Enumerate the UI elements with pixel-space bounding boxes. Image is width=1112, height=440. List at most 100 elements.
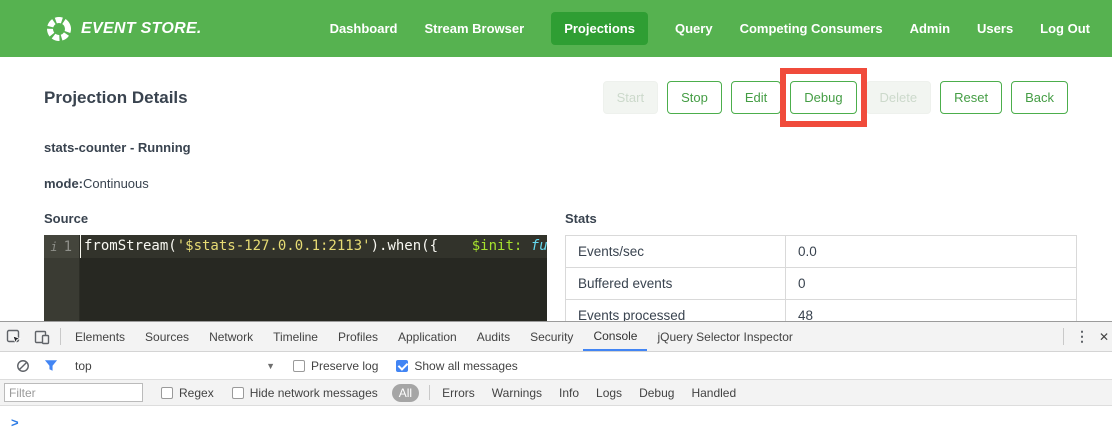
page-title: Projection Details <box>44 88 188 108</box>
delete-button[interactable]: Delete <box>866 81 932 114</box>
debug-button[interactable]: Debug <box>790 81 856 114</box>
source-code-editor[interactable]: i 1 fromStream('$stats-127.0.0.1:2113').… <box>44 235 547 321</box>
checkbox-checked[interactable] <box>396 360 408 372</box>
checkbox-unchecked[interactable] <box>232 387 244 399</box>
filter-icon[interactable] <box>37 359 65 372</box>
tab-security[interactable]: Security <box>520 322 583 351</box>
table-row: Buffered events 0 <box>566 268 1077 300</box>
nav-dashboard[interactable]: Dashboard <box>330 21 398 36</box>
devtools-panel: Elements Sources Network Timeline Profil… <box>0 321 1112 440</box>
code-line-1: fromStream('$stats-127.0.0.1:2113').when… <box>80 235 547 258</box>
nav-competing-consumers[interactable]: Competing Consumers <box>740 21 883 36</box>
code-gap <box>438 238 472 254</box>
tabbar-separator <box>60 328 61 345</box>
prompt-chevron-icon: > <box>11 415 19 430</box>
line-number: 1 <box>64 239 72 255</box>
event-store-app: EVENT STORE. Dashboard Stream Browser Pr… <box>0 0 1112 440</box>
code-space <box>522 238 530 254</box>
code-keyword: fu <box>531 238 547 254</box>
tabbar-right-separator <box>1063 328 1064 345</box>
mode-value: Continuous <box>83 176 149 191</box>
hide-network-messages-checkbox[interactable]: Hide network messages <box>232 386 378 400</box>
nav-projections[interactable]: Projections <box>551 12 648 45</box>
edit-button[interactable]: Edit <box>731 81 781 114</box>
filter-level-info[interactable]: Info <box>559 386 579 400</box>
stats-section: Stats Events/sec 0.0 Buffered events 0 E… <box>565 211 1077 321</box>
nav-log-out[interactable]: Log Out <box>1040 21 1090 36</box>
hide-network-messages-label: Hide network messages <box>250 386 378 400</box>
projection-details-page: Projection Details Start Stop Edit Debug… <box>0 57 1112 321</box>
preserve-log-checkbox[interactable]: Preserve log <box>293 359 378 373</box>
tab-profiles[interactable]: Profiles <box>328 322 388 351</box>
start-button[interactable]: Start <box>603 81 658 114</box>
code-string: '$stats-127.0.0.1:2113' <box>177 238 371 254</box>
tab-console[interactable]: Console <box>583 322 647 351</box>
checkbox-unchecked[interactable] <box>293 360 305 372</box>
code-plain: ).when({ <box>371 238 438 254</box>
inspect-element-icon[interactable] <box>0 322 28 351</box>
tab-audits[interactable]: Audits <box>467 322 520 351</box>
mode-label: mode: <box>44 176 83 191</box>
tab-timeline[interactable]: Timeline <box>263 322 328 351</box>
stats-label: Stats <box>565 211 1077 226</box>
devtools-close-icon[interactable]: ✕ <box>1096 322 1112 351</box>
devtools-menu-icon[interactable]: ⋮ <box>1068 322 1096 351</box>
filter-levels: Errors Warnings Info Logs Debug Handled <box>442 386 736 400</box>
nav-query[interactable]: Query <box>675 21 713 36</box>
reset-button[interactable]: Reset <box>940 81 1002 114</box>
clear-console-icon[interactable] <box>9 359 37 373</box>
nav-users[interactable]: Users <box>977 21 1013 36</box>
stat-value: 0 <box>786 268 1077 300</box>
editor-code-area[interactable]: fromStream('$stats-127.0.0.1:2113').when… <box>80 235 547 321</box>
tab-application[interactable]: Application <box>388 322 467 351</box>
console-toolbar: top ▼ Preserve log Show all messages <box>0 352 1112 379</box>
device-toolbar-icon[interactable] <box>28 322 56 351</box>
table-row: Events/sec 0.0 <box>566 236 1077 268</box>
filter-level-all-badge[interactable]: All <box>392 384 419 402</box>
filter-separator <box>429 385 430 400</box>
tab-elements[interactable]: Elements <box>65 322 135 351</box>
devtools-tabbar: Elements Sources Network Timeline Profil… <box>0 322 1112 352</box>
stop-button[interactable]: Stop <box>667 81 722 114</box>
tab-jquery-selector-inspector[interactable]: jQuery Selector Inspector <box>647 322 802 351</box>
source-section: Source i 1 fromStream('$stats-127.0.0.1:… <box>44 211 547 321</box>
gutter-info-marker: i <box>50 240 57 254</box>
filter-level-handled[interactable]: Handled <box>691 386 736 400</box>
filter-level-errors[interactable]: Errors <box>442 386 475 400</box>
stat-name: Events processed <box>566 300 786 322</box>
chevron-down-icon: ▼ <box>266 361 275 371</box>
projection-action-buttons: Start Stop Edit Debug Delete Reset Back <box>603 81 1068 114</box>
editor-gutter: i 1 <box>44 235 80 321</box>
filter-input[interactable] <box>4 383 143 402</box>
event-store-logo[interactable]: EVENT STORE. <box>46 16 202 42</box>
back-button[interactable]: Back <box>1011 81 1068 114</box>
console-filter-bar: Regex Hide network messages All Errors W… <box>0 379 1112 406</box>
checkbox-unchecked[interactable] <box>161 387 173 399</box>
filter-level-logs[interactable]: Logs <box>596 386 622 400</box>
filter-level-warnings[interactable]: Warnings <box>492 386 542 400</box>
preserve-log-label: Preserve log <box>311 359 378 373</box>
stat-value: 48 <box>786 300 1077 322</box>
logo-wordmark: EVENT STORE. <box>81 20 202 38</box>
code-atom: $init: <box>472 238 523 254</box>
top-nav-bar: EVENT STORE. Dashboard Stream Browser Pr… <box>0 0 1112 57</box>
projection-mode: mode:Continuous <box>0 155 1112 191</box>
source-label: Source <box>44 211 547 226</box>
main-nav: Dashboard Stream Browser Projections Que… <box>330 12 1090 45</box>
show-all-messages-label: Show all messages <box>414 359 517 373</box>
execution-context-selector[interactable]: top ▼ <box>75 359 275 373</box>
nav-admin[interactable]: Admin <box>910 21 950 36</box>
tab-network[interactable]: Network <box>199 322 263 351</box>
show-all-messages-checkbox[interactable]: Show all messages <box>396 359 517 373</box>
filter-level-debug[interactable]: Debug <box>639 386 674 400</box>
regex-label: Regex <box>179 386 214 400</box>
event-store-ring-icon <box>46 16 72 42</box>
code-plain: fromStream( <box>84 238 177 254</box>
regex-checkbox[interactable]: Regex <box>161 386 214 400</box>
nav-stream-browser[interactable]: Stream Browser <box>424 21 524 36</box>
stat-name: Events/sec <box>566 236 786 268</box>
tab-sources[interactable]: Sources <box>135 322 199 351</box>
stat-value: 0.0 <box>786 236 1077 268</box>
table-row: Events processed 48 <box>566 300 1077 322</box>
console-prompt[interactable]: > <box>0 406 1112 430</box>
